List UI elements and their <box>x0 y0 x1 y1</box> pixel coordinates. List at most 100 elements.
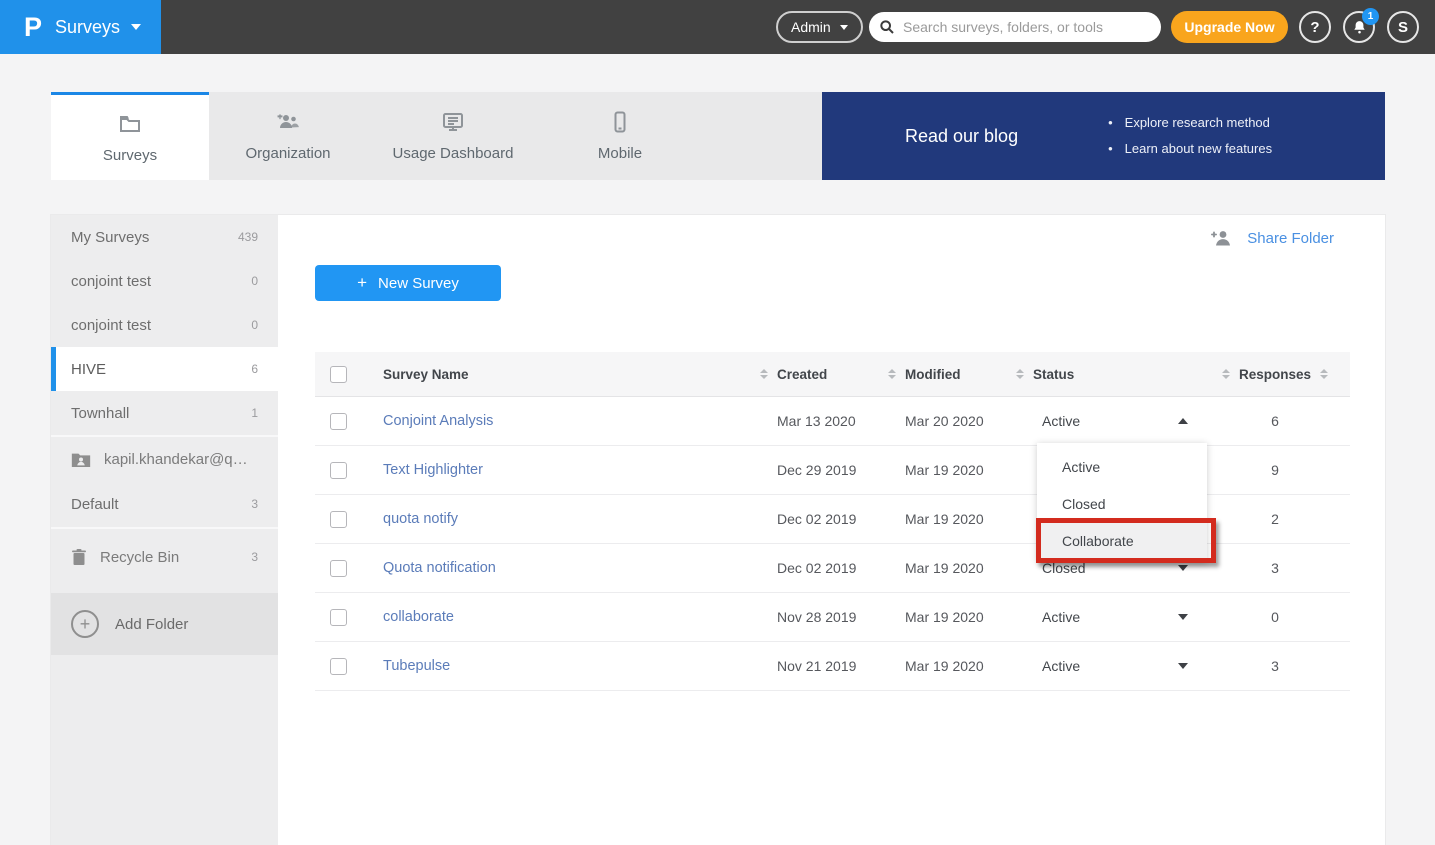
sidebar-item-townhall[interactable]: Townhall 1 <box>51 391 278 435</box>
admin-menu[interactable]: Admin <box>776 11 863 43</box>
user-avatar[interactable]: S <box>1387 11 1419 43</box>
row-checkbox[interactable] <box>330 462 347 479</box>
status-dropdown-trigger[interactable]: Closed <box>1016 560 1200 576</box>
banner-title: Read our blog <box>905 126 1018 147</box>
folder-label: Townhall <box>71 405 129 422</box>
sidebar-item-recycle-bin[interactable]: Recycle Bin 3 <box>51 529 278 585</box>
brand-logo: P <box>24 12 42 43</box>
trash-icon <box>71 548 87 566</box>
share-folder-label: Share Folder <box>1247 230 1334 247</box>
tab-mobile[interactable]: Mobile <box>539 92 701 180</box>
column-header-survey-name[interactable]: Survey Name <box>370 367 760 382</box>
sort-icon[interactable] <box>1320 369 1328 379</box>
modified-date: Mar 20 2020 <box>888 413 1016 429</box>
sidebar-item-hive[interactable]: HIVE 6 <box>51 347 278 391</box>
survey-name-link[interactable]: collaborate <box>370 609 760 625</box>
created-date: Dec 29 2019 <box>760 462 888 478</box>
select-all-checkbox[interactable] <box>330 366 347 383</box>
folder-count: 3 <box>251 497 258 511</box>
responses-count: 0 <box>1200 609 1350 625</box>
global-search <box>869 12 1161 42</box>
add-folder-label: Add Folder <box>115 616 188 633</box>
tab-label: Organization <box>245 145 330 162</box>
created-date: Nov 21 2019 <box>760 658 888 674</box>
column-header-responses[interactable]: Responses <box>1200 367 1350 382</box>
survey-name-link[interactable]: quota notify <box>370 511 760 527</box>
survey-name-link[interactable]: Quota notification <box>370 560 760 576</box>
new-survey-button[interactable]: + New Survey <box>315 265 501 301</box>
status-option-active[interactable]: Active <box>1037 448 1207 485</box>
folder-label: Recycle Bin <box>100 549 179 566</box>
modified-date: Mar 19 2020 <box>888 609 1016 625</box>
share-folder-link[interactable]: Share Folder <box>1210 229 1334 247</box>
modified-date: Mar 19 2020 <box>888 560 1016 576</box>
responses-count: 3 <box>1200 658 1350 674</box>
sort-icon[interactable] <box>1016 369 1024 379</box>
survey-table-header: Survey Name Created Modified Status Resp… <box>315 352 1350 397</box>
folder-label: conjoint test <box>71 317 151 334</box>
sidebar-item-conjoint-test-1[interactable]: conjoint test 0 <box>51 259 278 303</box>
responses-count: 9 <box>1200 462 1350 478</box>
row-checkbox[interactable] <box>330 413 347 430</box>
avatar-initial: S <box>1398 19 1408 36</box>
row-checkbox[interactable] <box>330 658 347 675</box>
column-header-created[interactable]: Created <box>760 367 888 382</box>
sidebar-item-shared-account[interactable]: kapil.khandekar@que… <box>51 437 278 481</box>
sidebar-item-my-surveys[interactable]: My Surveys 439 <box>51 215 278 259</box>
survey-name-link[interactable]: Tubepulse <box>370 658 760 674</box>
top-bar: P Surveys Admin Upgrade Now ? 1 S <box>0 0 1435 54</box>
status-dropdown-trigger[interactable]: Active <box>1016 609 1200 625</box>
status-option-closed[interactable]: Closed <box>1037 485 1207 522</box>
folder-count: 1 <box>251 406 258 420</box>
status-label: Active <box>1042 658 1080 674</box>
sort-icon[interactable] <box>888 369 896 379</box>
sidebar-item-default[interactable]: Default 3 <box>51 481 278 527</box>
product-menu[interactable]: P Surveys <box>0 0 161 54</box>
folder-count: 3 <box>251 550 258 564</box>
responses-count: 2 <box>1200 511 1350 527</box>
row-checkbox[interactable] <box>330 511 347 528</box>
tab-organization[interactable]: Organization <box>209 92 367 180</box>
tab-usage-dashboard[interactable]: Usage Dashboard <box>367 92 539 180</box>
sort-icon[interactable] <box>760 369 768 379</box>
notifications-button[interactable]: 1 <box>1343 11 1375 43</box>
folder-count: 0 <box>251 274 258 288</box>
folder-icon <box>118 112 142 136</box>
add-folder-button[interactable]: + Add Folder <box>51 593 278 655</box>
column-header-status[interactable]: Status <box>1016 367 1200 382</box>
folder-sidebar: My Surveys 439 conjoint test 0 conjoint … <box>51 215 278 845</box>
folder-count: 6 <box>251 362 258 376</box>
status-label: Active <box>1042 609 1080 625</box>
modified-date: Mar 19 2020 <box>888 511 1016 527</box>
search-icon <box>879 19 895 35</box>
search-input[interactable] <box>903 19 1151 35</box>
folder-label: Default <box>71 496 119 513</box>
banner-bullet: Learn about new features <box>1108 136 1272 162</box>
product-label: Surveys <box>55 17 120 38</box>
status-dropdown-trigger[interactable]: Active <box>1016 658 1200 674</box>
plus-circle-icon: + <box>71 610 99 638</box>
mobile-icon <box>609 110 631 134</box>
folder-label: kapil.khandekar@que… <box>104 451 254 468</box>
banner-bullet: Explore research method <box>1108 110 1272 136</box>
status-option-collaborate[interactable]: Collaborate <box>1037 522 1207 559</box>
status-dropdown-trigger[interactable]: Active <box>1016 413 1200 429</box>
upgrade-now-button[interactable]: Upgrade Now <box>1171 11 1288 43</box>
survey-name-link[interactable]: Conjoint Analysis <box>370 413 760 429</box>
notification-badge: 1 <box>1362 8 1379 25</box>
column-header-modified[interactable]: Modified <box>888 367 1016 382</box>
folder-count: 0 <box>251 318 258 332</box>
responses-count: 6 <box>1200 413 1350 429</box>
help-button[interactable]: ? <box>1299 11 1331 43</box>
sort-icon[interactable] <box>1222 369 1230 379</box>
main-card: My Surveys 439 conjoint test 0 conjoint … <box>51 215 1385 845</box>
caret-down-icon <box>1178 565 1188 571</box>
row-checkbox[interactable] <box>330 560 347 577</box>
blog-banner[interactable]: Read our blog Explore research methodLea… <box>822 92 1385 180</box>
sidebar-item-conjoint-test-2[interactable]: conjoint test 0 <box>51 303 278 347</box>
survey-name-link[interactable]: Text Highlighter <box>370 462 760 478</box>
row-checkbox[interactable] <box>330 609 347 626</box>
caret-down-icon <box>1178 614 1188 620</box>
tab-surveys[interactable]: Surveys <box>51 92 209 180</box>
new-survey-label: New Survey <box>378 275 459 292</box>
